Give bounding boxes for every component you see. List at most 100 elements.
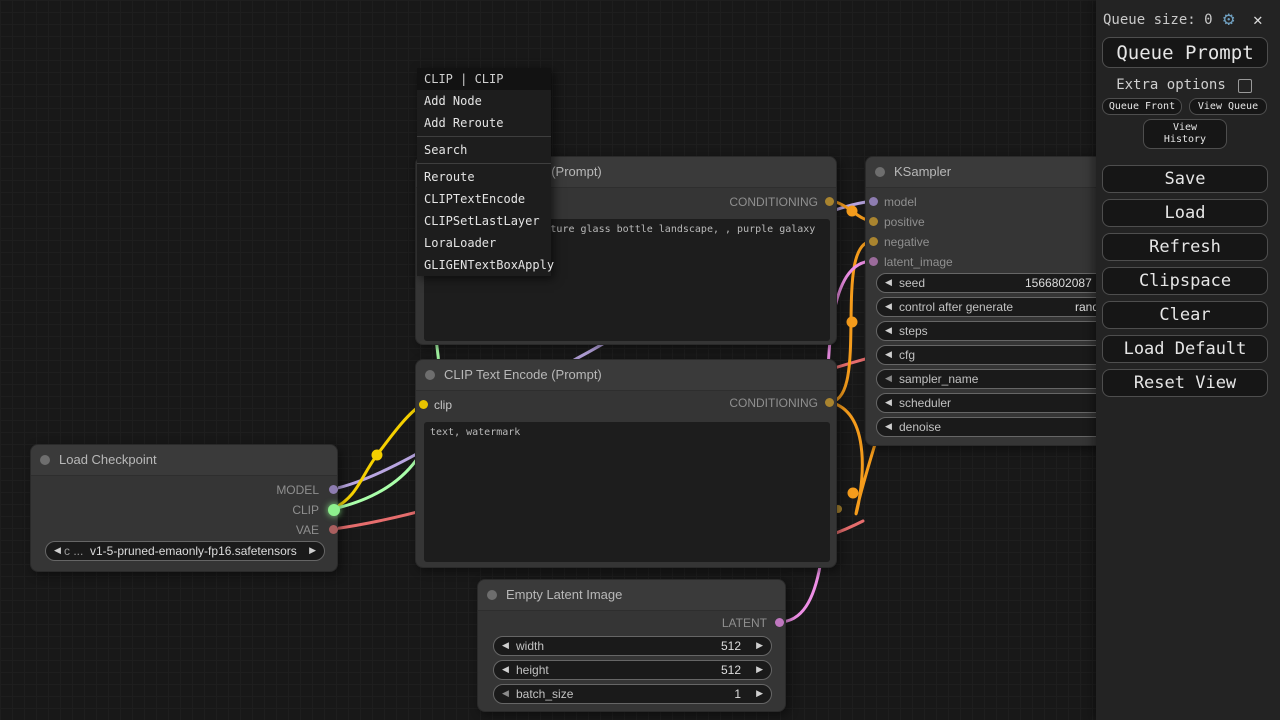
- clear-button[interactable]: Clear: [1102, 301, 1268, 329]
- input-dot-positive[interactable]: [869, 217, 878, 226]
- refresh-button[interactable]: Refresh: [1102, 233, 1268, 261]
- ckpt-name-widget[interactable]: ◀ c ... v1-5-pruned-emaonly-fp16.safeten…: [45, 541, 325, 561]
- prev-value-arrow-icon[interactable]: ◀: [885, 347, 892, 364]
- node-title-bar[interactable]: CLIP Text Encode (Prompt): [416, 360, 836, 391]
- menu-item-loraloader[interactable]: LoraLoader: [417, 232, 551, 254]
- input-label-latent-image: latent_image: [884, 252, 953, 272]
- height-widget[interactable]: ◀ height 512 ▶: [493, 660, 772, 680]
- width-widget[interactable]: ◀ width 512 ▶: [493, 636, 772, 656]
- widget-label: denoise: [899, 419, 941, 436]
- input-dot-latent-image[interactable]: [869, 257, 878, 266]
- collapse-dot-icon[interactable]: [875, 167, 885, 177]
- prev-value-arrow-icon[interactable]: ◀: [885, 323, 892, 340]
- context-menu-title: CLIP | CLIP: [417, 68, 551, 90]
- node-load-checkpoint[interactable]: Load Checkpoint MODEL CLIP VAE ◀ c ... v…: [30, 444, 338, 572]
- output-dot-model[interactable]: [329, 485, 338, 494]
- menu-item-search[interactable]: Search: [417, 139, 551, 161]
- node-title: KSampler: [894, 164, 951, 179]
- link-dot-clip: [372, 450, 383, 461]
- menu-item-cliptextencode[interactable]: CLIPTextEncode: [417, 188, 551, 210]
- extra-options-label: Extra options: [1106, 77, 1236, 93]
- input-dot-model[interactable]: [869, 197, 878, 206]
- prev-value-arrow-icon[interactable]: ◀: [54, 543, 61, 560]
- queue-prompt-button[interactable]: Queue Prompt: [1102, 37, 1268, 68]
- next-value-arrow-icon[interactable]: ▶: [756, 638, 763, 655]
- output-dot-conditioning[interactable]: [825, 197, 834, 206]
- collapse-dot-icon[interactable]: [40, 455, 50, 465]
- node-title: Load Checkpoint: [59, 452, 157, 467]
- menu-item-add-node[interactable]: Add Node: [417, 90, 551, 112]
- link-dot-cond-1: [847, 206, 858, 217]
- queue-size-label: Queue size: 0: [1103, 12, 1213, 28]
- input-label-model: model: [884, 192, 917, 212]
- menu-item-add-reroute[interactable]: Add Reroute: [417, 112, 551, 134]
- prev-value-arrow-icon[interactable]: ◀: [885, 419, 892, 436]
- next-value-arrow-icon[interactable]: ▶: [309, 543, 316, 560]
- node-title-bar[interactable]: Load Checkpoint: [31, 445, 337, 476]
- menu-panel: Queue size: 0 ⚙ ✕ Queue Prompt Extra opt…: [1096, 0, 1280, 720]
- batch-size-widget[interactable]: ◀ batch_size 1 ▶: [493, 684, 772, 704]
- menu-item-clipsetlastlayer[interactable]: CLIPSetLastLayer: [417, 210, 551, 232]
- clipspace-button[interactable]: Clipspace: [1102, 267, 1268, 295]
- node-empty-latent-image[interactable]: Empty Latent Image LATENT ◀ width 512 ▶ …: [477, 579, 786, 712]
- view-history-button[interactable]: View History: [1143, 119, 1227, 149]
- node-title: CLIP Text Encode (Prompt): [444, 367, 602, 382]
- load-default-button[interactable]: Load Default: [1102, 335, 1268, 363]
- reset-view-button[interactable]: Reset View: [1102, 369, 1268, 397]
- output-label-model: MODEL: [276, 480, 319, 500]
- output-dot-latent[interactable]: [775, 618, 784, 627]
- widget-label: width: [516, 638, 544, 655]
- output-dot-conditioning[interactable]: [825, 398, 834, 407]
- link-dot-cond-2: [847, 317, 858, 328]
- prev-value-arrow-icon[interactable]: ◀: [502, 638, 509, 655]
- close-icon[interactable]: ✕: [1253, 10, 1263, 29]
- output-label-latent: LATENT: [722, 613, 767, 633]
- widget-label: c ...: [64, 543, 83, 560]
- node-title: Empty Latent Image: [506, 587, 622, 602]
- comfyui-canvas[interactable]: { "icons": { "left": "◀", "right": "▶", …: [0, 0, 1280, 720]
- menu-item-reroute[interactable]: Reroute: [417, 166, 551, 188]
- prev-value-arrow-icon[interactable]: ◀: [885, 299, 892, 316]
- output-label-clip: CLIP: [292, 500, 319, 520]
- widget-value: 512: [721, 662, 741, 679]
- load-button[interactable]: Load: [1102, 199, 1268, 227]
- link-dot-cond-3: [848, 488, 859, 499]
- input-label-negative: negative: [884, 232, 929, 252]
- queue-front-button[interactable]: Queue Front: [1102, 98, 1182, 115]
- input-label-positive: positive: [884, 212, 925, 232]
- settings-gear-icon[interactable]: ⚙: [1223, 8, 1234, 30]
- node-clip-text-encode-negative[interactable]: CLIP Text Encode (Prompt) clip CONDITION…: [415, 359, 837, 568]
- menu-separator: [417, 163, 551, 164]
- output-label-conditioning: CONDITIONING: [729, 393, 818, 413]
- widget-label: sampler_name: [899, 371, 978, 388]
- save-button[interactable]: Save: [1102, 165, 1268, 193]
- widget-label: height: [516, 662, 549, 679]
- collapse-dot-icon[interactable]: [425, 370, 435, 380]
- widget-value: 1566802087: [1025, 275, 1092, 292]
- output-label-conditioning: CONDITIONING: [729, 192, 818, 212]
- prompt-textarea[interactable]: text, watermark: [424, 422, 830, 562]
- prev-value-arrow-icon[interactable]: ◀: [885, 275, 892, 292]
- view-queue-button[interactable]: View Queue: [1189, 98, 1267, 115]
- input-dot-clip[interactable]: [419, 400, 428, 409]
- prev-value-arrow-icon[interactable]: ◀: [885, 395, 892, 412]
- next-value-arrow-icon[interactable]: ▶: [756, 662, 763, 679]
- widget-label: seed: [899, 275, 925, 292]
- collapse-dot-icon[interactable]: [487, 590, 497, 600]
- widget-value: 1: [734, 686, 741, 703]
- widget-label: steps: [899, 323, 928, 340]
- input-dot-negative[interactable]: [869, 237, 878, 246]
- prev-value-arrow-icon[interactable]: ◀: [885, 371, 892, 388]
- node-title-bar[interactable]: Empty Latent Image: [478, 580, 785, 611]
- widget-label: batch_size: [516, 686, 573, 703]
- next-value-arrow-icon[interactable]: ▶: [756, 686, 763, 703]
- output-label-vae: VAE: [296, 520, 319, 540]
- menu-item-gligentextboxapply[interactable]: GLIGENTextBoxApply: [417, 254, 551, 276]
- output-dot-clip-active[interactable]: [328, 504, 340, 516]
- widget-label: cfg: [899, 347, 915, 364]
- prev-value-arrow-icon[interactable]: ◀: [502, 662, 509, 679]
- prev-value-arrow-icon[interactable]: ◀: [502, 686, 509, 703]
- extra-options-checkbox[interactable]: [1238, 79, 1252, 93]
- widget-label: control after generate: [899, 299, 1013, 316]
- output-dot-vae[interactable]: [329, 525, 338, 534]
